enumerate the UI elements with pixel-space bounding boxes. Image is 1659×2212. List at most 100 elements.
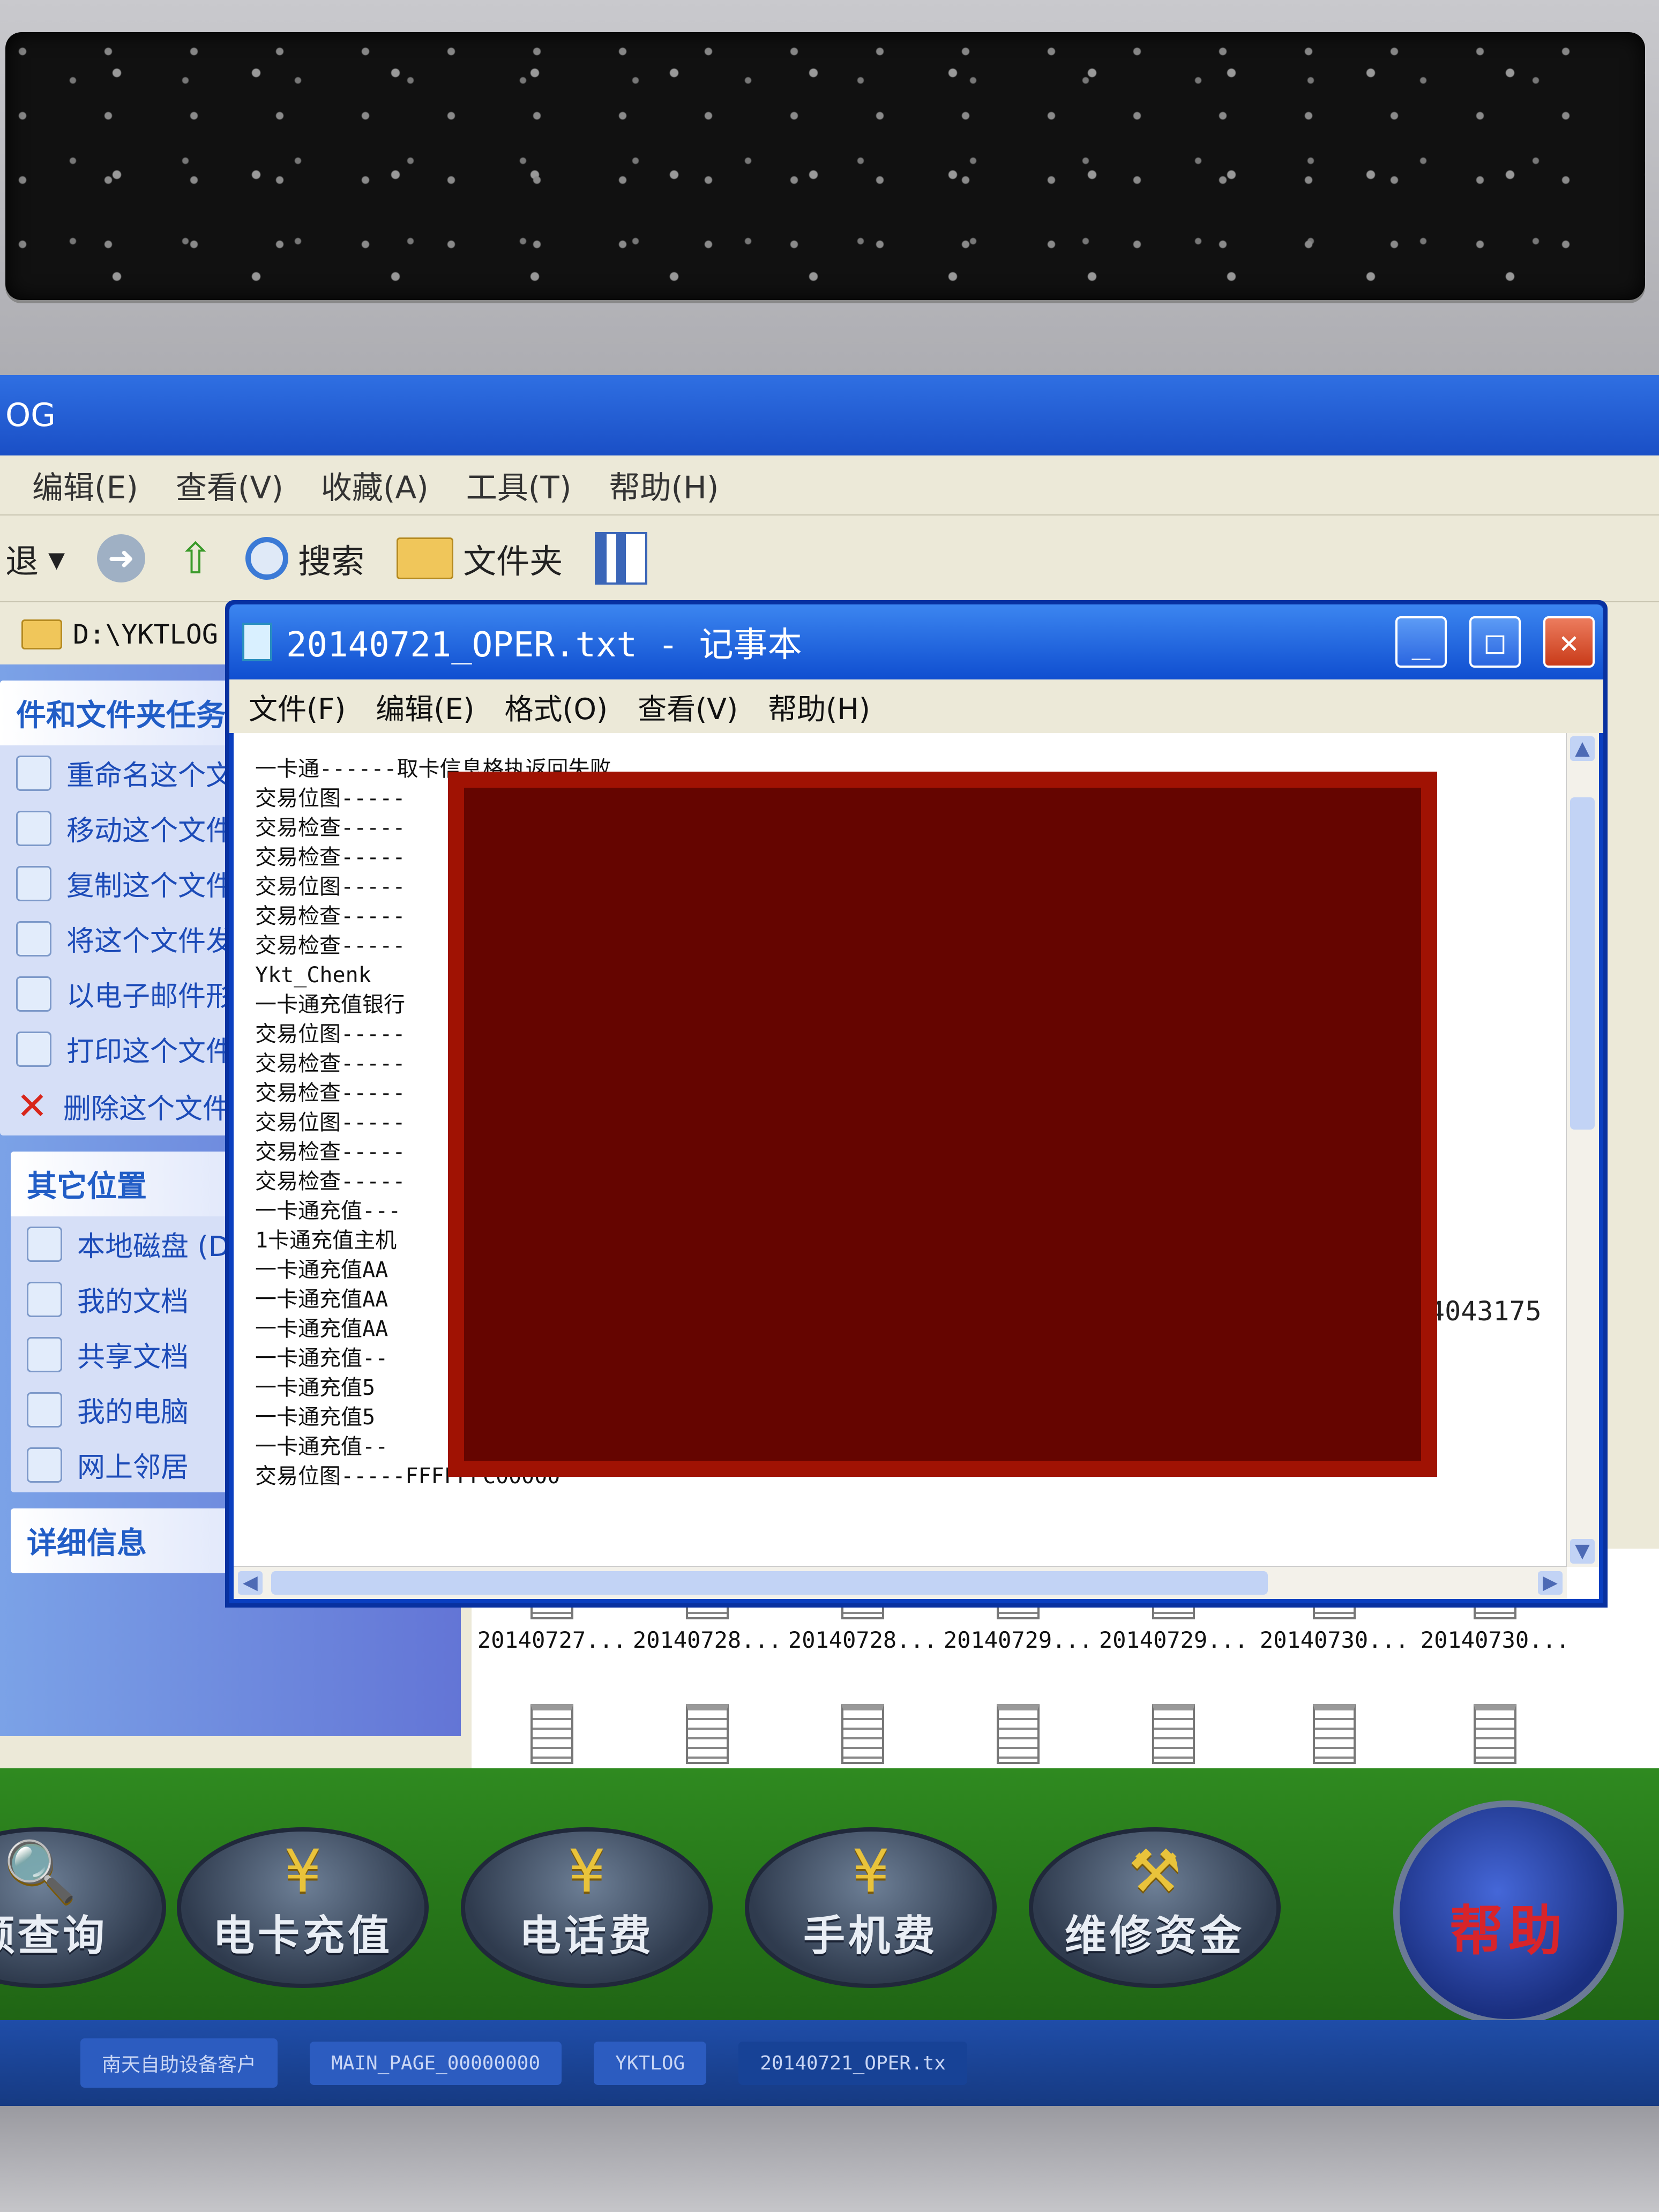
up-folder-icon[interactable]: ⇧ xyxy=(177,534,213,584)
balance-query-button[interactable]: 🔍 额查询 xyxy=(0,1827,166,1988)
yuan-icon: ¥ xyxy=(284,1837,322,1905)
taskbar-item-active[interactable]: 20140721_OPER.tx xyxy=(738,2041,967,2085)
task-label: 删除这个文件 xyxy=(63,1093,231,1125)
phone-bill-button[interactable]: ¥ 电话费 xyxy=(461,1827,713,1988)
text-file-icon xyxy=(1313,1704,1356,1764)
forward-button[interactable]: ➜ xyxy=(97,534,146,582)
text-file-icon xyxy=(686,1704,729,1764)
minimize-button[interactable]: _ xyxy=(1395,616,1447,668)
taskbar-item[interactable]: 南天自助设备客户 xyxy=(80,2038,278,2088)
vertical-scroll-thumb[interactable] xyxy=(1570,797,1595,1130)
file-item[interactable] xyxy=(1254,1704,1415,1772)
mobile-bill-button[interactable]: ¥ 手机费 xyxy=(745,1827,997,1988)
notepad-icon xyxy=(242,623,272,661)
file-name: 20140728... xyxy=(632,1627,782,1653)
menu-edit[interactable]: 编辑(E) xyxy=(376,685,474,728)
task-label: 移动这个文件 xyxy=(66,815,234,847)
notepad-title: 20140721_OPER.txt - 记事本 xyxy=(286,625,802,665)
file-item[interactable] xyxy=(627,1704,788,1772)
folder-icon xyxy=(21,619,62,649)
explorer-menu-bar: 编辑(E) 查看(V) 收藏(A) 工具(T) 帮助(H) xyxy=(0,455,1659,515)
close-button[interactable]: ✕ xyxy=(1543,616,1595,668)
scroll-down-icon[interactable]: ▼ xyxy=(1570,1539,1595,1564)
horizontal-scroll-thumb[interactable] xyxy=(271,1571,1268,1595)
notepad-menu-bar: 文件(F) 编辑(E) 格式(O) 查看(V) 帮助(H) xyxy=(229,679,1603,733)
back-button[interactable]: 退 ▾ xyxy=(5,534,65,582)
network-icon xyxy=(27,1447,62,1483)
scroll-right-icon[interactable]: ▶ xyxy=(1538,1571,1563,1595)
text-file-icon xyxy=(530,1704,573,1764)
file-item[interactable] xyxy=(938,1704,1098,1772)
horizontal-scrollbar[interactable]: ◀ ▶ xyxy=(234,1566,1567,1599)
address-path: D:\YKTLOG xyxy=(73,619,218,650)
button-label: 维修资金 xyxy=(1064,1912,1245,1960)
folder-icon xyxy=(397,537,454,579)
move-icon xyxy=(16,810,51,846)
folder-icon xyxy=(27,1281,62,1317)
taskbar-item[interactable]: YKTLOG xyxy=(594,2041,707,2085)
globe-icon xyxy=(16,921,51,956)
file-item[interactable] xyxy=(782,1704,943,1772)
scroll-left-icon[interactable]: ◀ xyxy=(238,1571,263,1595)
file-item[interactable] xyxy=(472,1704,632,1772)
redaction-block xyxy=(448,772,1437,1477)
menu-favorites[interactable]: 收藏(A) xyxy=(321,462,429,507)
menu-edit[interactable]: 编辑(E) xyxy=(32,462,138,507)
file-name: 20140728... xyxy=(788,1627,938,1653)
explorer-title: OG xyxy=(5,397,56,434)
place-label: 我的文档 xyxy=(77,1286,189,1318)
button-label: 电话费 xyxy=(519,1912,654,1960)
drive-icon xyxy=(27,1226,62,1262)
file-name: 20140730... xyxy=(1259,1627,1409,1653)
task-label: 打印这个文件 xyxy=(66,1036,234,1068)
place-label: 共享文档 xyxy=(77,1341,189,1373)
file-name: 20140727... xyxy=(477,1627,627,1653)
menu-help[interactable]: 帮助(H) xyxy=(609,462,719,507)
menu-help[interactable]: 帮助(H) xyxy=(768,685,870,728)
file-item[interactable] xyxy=(1093,1704,1254,1772)
button-label: 手机费 xyxy=(803,1912,938,1960)
menu-tools[interactable]: 工具(T) xyxy=(466,462,572,507)
file-item[interactable] xyxy=(1415,1704,1575,1772)
back-label: 退 xyxy=(5,542,39,581)
card-recharge-button[interactable]: ¥ 电卡充值 xyxy=(177,1827,429,1988)
yuan-icon: ¥ xyxy=(568,1837,606,1905)
search-button[interactable]: 搜索 xyxy=(245,534,364,582)
yuan-icon: ¥ xyxy=(852,1837,890,1905)
notepad-title-bar[interactable]: 20140721_OPER.txt - 记事本 _ □ ✕ xyxy=(229,604,1603,679)
file-name: 20140729... xyxy=(943,1627,1093,1653)
rename-icon xyxy=(16,755,51,791)
vertical-scrollbar[interactable]: ▲ ▼ xyxy=(1566,733,1599,1567)
folders-button[interactable]: 文件夹 xyxy=(397,534,563,582)
task-label: 复制这个文件 xyxy=(66,870,234,902)
tools-icon: ⚒ xyxy=(1128,1837,1182,1905)
details-label: 详细信息 xyxy=(27,1526,147,1561)
card-slot xyxy=(5,32,1645,300)
trailing-value: 4043175 xyxy=(1429,1296,1542,1327)
folder-icon xyxy=(27,1336,62,1372)
help-label: 帮助 xyxy=(1449,1900,1567,1962)
email-icon xyxy=(16,976,51,1012)
help-button[interactable]: 帮助 xyxy=(1393,1800,1624,2026)
explorer-toolbar: 退 ▾ ➜ ⇧ 搜索 文件夹 xyxy=(0,515,1659,602)
menu-view[interactable]: 查看(V) xyxy=(638,685,738,728)
delete-x-icon: ✕ xyxy=(16,1084,48,1128)
menu-format[interactable]: 格式(O) xyxy=(504,685,608,728)
text-file-icon xyxy=(1152,1704,1195,1764)
file-name: 20140729... xyxy=(1098,1627,1249,1653)
menu-view[interactable]: 查看(V) xyxy=(176,462,283,507)
kiosk-bezel-bottom xyxy=(0,2106,1659,2212)
taskbar: 南天自助设备客户 MAIN_PAGE_00000000 YKTLOG 20140… xyxy=(0,2020,1659,2106)
place-label: 本地磁盘 (D:) xyxy=(77,1231,250,1263)
button-label: 额查询 xyxy=(0,1912,108,1960)
button-label: 电卡充值 xyxy=(212,1912,393,1960)
views-icon[interactable] xyxy=(595,532,648,585)
maximize-button[interactable]: □ xyxy=(1469,616,1521,668)
menu-file[interactable]: 文件(F) xyxy=(249,685,346,728)
text-file-icon xyxy=(841,1704,884,1764)
scroll-up-icon[interactable]: ▲ xyxy=(1570,736,1595,761)
maintenance-fund-button[interactable]: ⚒ 维修资金 xyxy=(1029,1827,1281,1988)
place-label: 我的电脑 xyxy=(77,1396,189,1429)
computer-icon xyxy=(27,1392,62,1428)
taskbar-item[interactable]: MAIN_PAGE_00000000 xyxy=(310,2041,562,2085)
